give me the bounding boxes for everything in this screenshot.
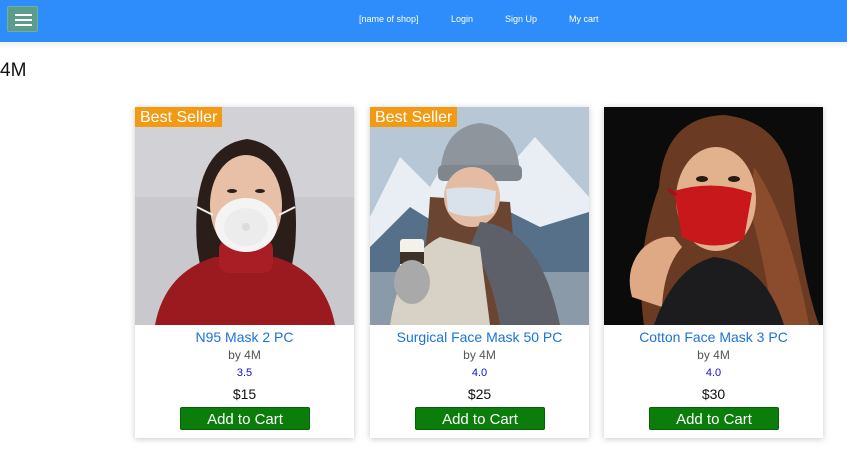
product-name-link[interactable]: N95 Mask 2 PC <box>135 329 354 345</box>
best-seller-badge: Best Seller <box>135 107 223 127</box>
product-rating: 4.0 <box>705 367 722 379</box>
product-rating: 4.0 <box>471 367 488 379</box>
product-name-link[interactable]: Surgical Face Mask 50 PC <box>370 329 589 345</box>
product-brand: by 4M <box>228 348 261 362</box>
product-price: $15 <box>232 386 257 402</box>
hamburger-menu-icon[interactable] <box>7 6 38 32</box>
product-image[interactable]: Best Seller <box>370 107 589 325</box>
product-price: $25 <box>467 386 492 402</box>
product-card: Best Seller Surgical Face Mask 50 PC by … <box>370 107 589 438</box>
product-name-link[interactable]: Cotton Face Mask 3 PC <box>604 329 823 345</box>
add-to-cart-button[interactable]: Add to Cart <box>180 407 310 430</box>
store-title: 4M <box>0 60 27 81</box>
best-seller-badge: Best Seller <box>370 107 458 127</box>
nav-shop-name[interactable]: [name of shop] <box>359 14 419 24</box>
add-to-cart-button[interactable]: Add to Cart <box>415 407 545 430</box>
top-navigation-bar: [name of shop] Login Sign Up My cart <box>0 0 847 42</box>
nav-cart-link[interactable]: My cart <box>569 14 599 24</box>
product-card: Cotton Face Mask 3 PC by 4M 4.0 $30 Add … <box>604 107 823 438</box>
nav-login-link[interactable]: Login <box>451 14 473 24</box>
nav-signup-link[interactable]: Sign Up <box>505 14 537 24</box>
product-price: $30 <box>701 386 726 402</box>
topbar-shadow <box>0 42 847 49</box>
add-to-cart-button[interactable]: Add to Cart <box>649 407 779 430</box>
product-image[interactable]: Best Seller <box>135 107 354 325</box>
product-brand: by 4M <box>463 348 496 362</box>
product-rating: 3.5 <box>236 367 253 379</box>
product-card: Best Seller N95 Mask 2 PC by 4M 3.5 $15 … <box>135 107 354 438</box>
product-image[interactable] <box>604 107 823 325</box>
product-brand: by 4M <box>697 348 730 362</box>
